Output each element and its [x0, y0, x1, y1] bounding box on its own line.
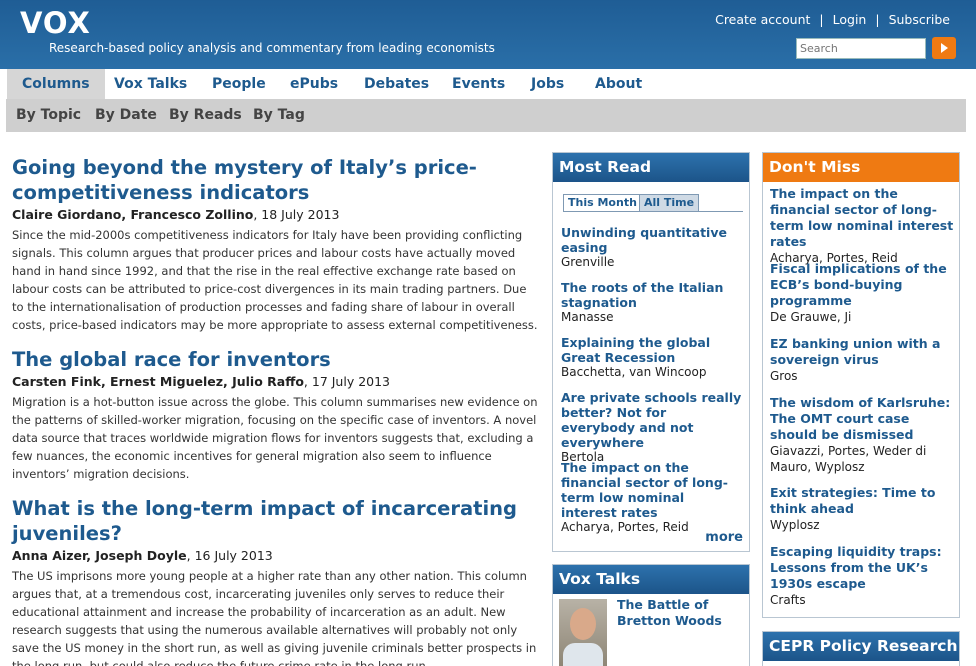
dont-miss-link[interactable]: Fiscal implications of the ECB’s bond-bu… — [770, 261, 956, 309]
subnav-by-date[interactable]: By Date — [95, 99, 157, 132]
list-item: Fiscal implications of the ECB’s bond-bu… — [770, 261, 956, 325]
article-date: , 16 July 2013 — [186, 548, 273, 563]
nav-debates[interactable]: Debates — [349, 69, 444, 99]
list-item: The roots of the Italian stagnation Mana… — [561, 280, 743, 325]
article-title-link[interactable]: What is the long-term impact of incarcer… — [12, 496, 540, 546]
vox-talks-panel: Vox Talks The Battle of Bretton Woods — [552, 564, 750, 666]
speaker-photo[interactable] — [559, 599, 607, 666]
article-authors[interactable]: Claire Giordano, Francesco Zollino — [12, 207, 253, 222]
tagline: Research-based policy analysis and comme… — [49, 41, 495, 55]
cepr-heading: CEPR Policy Research — [763, 632, 959, 661]
vox-logo[interactable]: VOX — [20, 6, 91, 40]
dont-miss-authors: Gros — [770, 369, 798, 383]
article-title-link[interactable]: Going beyond the mystery of Italy’s pric… — [12, 155, 540, 205]
account-links: Create account | Login | Subscribe — [715, 12, 950, 27]
subnav-by-topic[interactable]: By Topic — [16, 99, 81, 132]
most-read-tabs: This Month All Time — [563, 194, 743, 212]
cepr-panel: CEPR Policy Research — [762, 631, 960, 666]
dont-miss-authors: Crafts — [770, 593, 806, 607]
article-date: , 17 July 2013 — [303, 374, 391, 389]
dont-miss-link[interactable]: Escaping liquidity traps: Lessons from t… — [770, 544, 956, 592]
most-read-link[interactable]: The roots of the Italian stagnation — [561, 280, 743, 310]
list-item: Are private schools really better? Not f… — [561, 390, 743, 465]
dont-miss-panel: Don't Miss The impact on the financial s… — [762, 152, 960, 618]
dont-miss-authors: Giavazzi, Portes, Weder di Mauro, Wyplos… — [770, 444, 927, 474]
list-item: The impact on the financial sector of lo… — [770, 186, 956, 266]
nav-about[interactable]: About — [580, 69, 657, 99]
most-read-link[interactable]: Explaining the global Great Recession — [561, 335, 743, 365]
article-item: Going beyond the mystery of Italy’s pric… — [12, 155, 540, 334]
subscribe-link[interactable]: Subscribe — [889, 12, 950, 27]
main-nav: Columns Vox Talks People ePubs Debates E… — [0, 69, 976, 99]
nav-jobs[interactable]: Jobs — [516, 69, 579, 99]
most-read-heading: Most Read — [553, 153, 749, 182]
dont-miss-link[interactable]: Exit strategies: Time to think ahead — [770, 485, 956, 517]
dont-miss-authors: De Grauwe, Ji — [770, 310, 852, 324]
list-item: The wisdom of Karlsruhe: The OMT court c… — [770, 395, 956, 475]
list-item: Unwinding quantitative easing Grenville — [561, 225, 743, 270]
article-authors[interactable]: Anna Aizer, Joseph Doyle — [12, 548, 187, 563]
site-header: VOX Research-based policy analysis and c… — [0, 0, 976, 69]
tab-all-time[interactable]: All Time — [639, 194, 700, 211]
article-authors[interactable]: Carsten Fink, Ernest Miguelez, Julio Raf… — [12, 374, 304, 389]
article-title-link[interactable]: The global race for inventors — [12, 347, 540, 372]
dont-miss-link[interactable]: The wisdom of Karlsruhe: The OMT court c… — [770, 395, 956, 443]
more-link[interactable]: more — [705, 530, 743, 545]
subnav-by-tag[interactable]: By Tag — [253, 99, 305, 132]
list-item: Explaining the global Great Recession Ba… — [561, 335, 743, 380]
most-read-link[interactable]: Are private schools really better? Not f… — [561, 390, 743, 450]
article-item: What is the long-term impact of incarcer… — [12, 496, 540, 666]
most-read-authors: Bacchetta, van Wincoop — [561, 365, 707, 379]
most-read-authors: Manasse — [561, 310, 614, 324]
vox-talk-link[interactable]: The Battle of Bretton Woods — [617, 597, 737, 629]
create-account-link[interactable]: Create account — [715, 12, 810, 27]
login-link[interactable]: Login — [833, 12, 867, 27]
subnav-by-reads[interactable]: By Reads — [169, 99, 242, 132]
most-read-authors: Grenville — [561, 255, 615, 269]
dont-miss-authors: Wyplosz — [770, 518, 820, 532]
search-submit-button[interactable] — [932, 37, 956, 59]
list-item: Exit strategies: Time to think ahead Wyp… — [770, 485, 956, 533]
nav-vox-talks[interactable]: Vox Talks — [99, 69, 202, 99]
article-summary: The US imprisons more young people at a … — [12, 569, 537, 666]
article-item: The global race for inventors Carsten Fi… — [12, 347, 540, 483]
nav-events[interactable]: Events — [437, 69, 520, 99]
list-item: EZ banking union with a sovereign virus … — [770, 336, 956, 384]
most-read-panel: Most Read This Month All Time Unwinding … — [552, 152, 750, 552]
article-byline: Carsten Fink, Ernest Miguelez, Julio Raf… — [12, 373, 540, 391]
nav-columns[interactable]: Columns — [7, 69, 105, 99]
list-item: Escaping liquidity traps: Lessons from t… — [770, 544, 956, 608]
article-summary: Since the mid-2000s competitiveness indi… — [12, 228, 538, 332]
article-byline: Claire Giordano, Francesco Zollino, 18 J… — [12, 206, 540, 224]
separator: | — [819, 12, 824, 27]
nav-epubs[interactable]: ePubs — [275, 69, 353, 99]
dont-miss-heading: Don't Miss — [763, 153, 959, 182]
dont-miss-link[interactable]: EZ banking union with a sovereign virus — [770, 336, 956, 368]
article-byline: Anna Aizer, Joseph Doyle, 16 July 2013 — [12, 547, 540, 565]
most-read-link[interactable]: The impact on the financial sector of lo… — [561, 460, 743, 520]
most-read-link[interactable]: Unwinding quantitative easing — [561, 225, 743, 255]
article-date: , 18 July 2013 — [253, 207, 340, 222]
separator: | — [875, 12, 880, 27]
dont-miss-link[interactable]: The impact on the financial sector of lo… — [770, 186, 956, 250]
tab-this-month[interactable]: This Month — [563, 194, 642, 211]
article-summary: Migration is a hot-button issue across t… — [12, 395, 538, 481]
sub-nav: By Topic By Date By Reads By Tag — [6, 99, 966, 132]
nav-people[interactable]: People — [197, 69, 281, 99]
vox-talks-heading: Vox Talks — [553, 565, 749, 594]
search-input[interactable] — [796, 38, 926, 59]
list-item: The impact on the financial sector of lo… — [561, 460, 743, 535]
